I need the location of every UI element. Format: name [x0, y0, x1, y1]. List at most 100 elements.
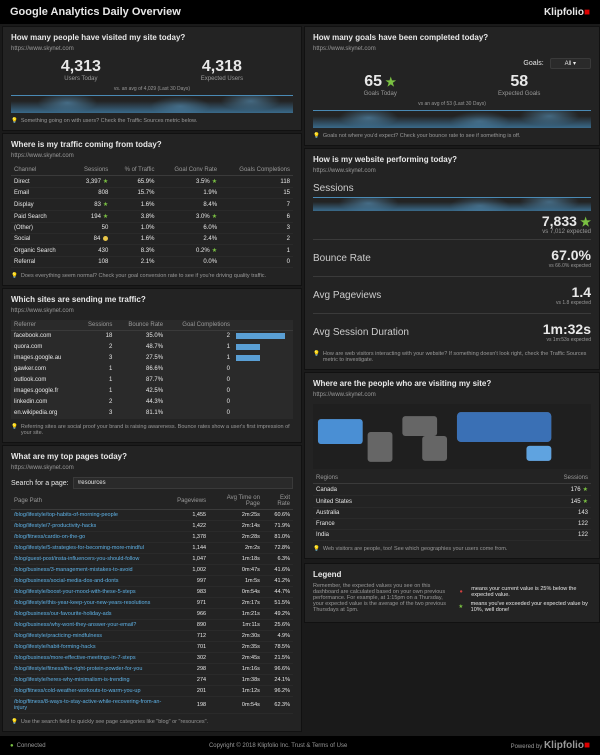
table-row[interactable]: Canada 176★ — [313, 484, 591, 496]
pageviews-cell: 983 — [174, 587, 209, 598]
page-link[interactable]: /blog/lifestyle/heres-why-minimalism-is-… — [14, 677, 130, 683]
table-row[interactable]: /blog/lifestyle/heres-why-minimalism-is-… — [11, 675, 293, 686]
page-link[interactable]: /blog/business/why-wont-they-answer-your… — [14, 622, 136, 628]
table-row[interactable]: gawker.com 1 86.6% 0 — [11, 364, 293, 375]
channel-cell: Social — [11, 234, 72, 245]
table-row[interactable]: /blog/business/more-effective-meetings-i… — [11, 653, 293, 664]
table-row[interactable]: /blog/lifestyle/7-productivity-hacks 1,4… — [11, 521, 293, 532]
goals-heading: How many goals have been completed today… — [313, 33, 591, 42]
traffic-table: ChannelSessions% of TrafficGoal Conv Rat… — [11, 165, 293, 268]
page-link[interactable]: /blog/business/more-effective-meetings-i… — [14, 655, 136, 661]
bar-cell — [233, 397, 293, 408]
table-row[interactable]: images.google.fr 1 42.5% 0 — [11, 386, 293, 397]
page-link[interactable]: /blog/business/social-media-dos-and-dont… — [14, 578, 119, 584]
table-row[interactable]: /blog/business/3-management-mistakes-to-… — [11, 565, 293, 576]
table-row[interactable]: Email 808 15.7% 1.9% 15 — [11, 188, 293, 199]
page-path-cell: /blog/lifestyle/top-habits-of-morning-pe… — [11, 510, 174, 521]
table-row[interactable]: Organic Search 430 8.3% 0.2%★ 1 — [11, 245, 293, 257]
referrers-heading: Which sites are sending me traffic? — [11, 295, 293, 304]
table-row[interactable]: en.wikipedia.org 3 81.1% 0 — [11, 408, 293, 419]
page-link[interactable]: /blog/business/3-management-mistakes-to-… — [14, 567, 133, 573]
page-link[interactable]: /blog/lifestyle/practicing-mindfulness — [14, 633, 102, 639]
table-row[interactable]: Display 83★ 1.6% 8.4% 7 — [11, 199, 293, 211]
table-row[interactable]: /blog/lifestyle/practicing-mindfulness 7… — [11, 631, 293, 642]
table-row[interactable]: Social 84 1.6% 2.4% 2 — [11, 234, 293, 245]
pageviews-cell: 1,422 — [174, 521, 209, 532]
page-link[interactable]: /blog/lifestyle/habit-forming-hacks — [14, 644, 96, 650]
col-header: Goal Completions — [166, 320, 233, 331]
dur-label: Avg Session Duration — [313, 327, 409, 338]
sessions-label: Sessions — [313, 183, 354, 194]
referrer-cell: linkedin.com — [11, 397, 78, 408]
traffic-heading: Where is my traffic coming from today? — [11, 140, 293, 149]
table-row[interactable]: images.google.au 3 27.5% 1 — [11, 353, 293, 364]
goals-select[interactable]: All ▾ — [550, 58, 591, 69]
region-cell: India — [313, 530, 474, 541]
search-input[interactable] — [73, 477, 293, 489]
channel-cell: Referral — [11, 257, 72, 268]
bounce-cell: 35.0% — [115, 331, 166, 342]
table-row[interactable]: France 122 — [313, 519, 591, 530]
table-row[interactable]: /blog/lifestyle/5-strategies-for-becomin… — [11, 543, 293, 554]
page-link[interactable]: /blog/business/our-favourite-holiday-ads — [14, 611, 112, 617]
page-link[interactable]: /blog/lifestyle/7-productivity-hacks — [14, 523, 96, 529]
table-row[interactable]: /blog/fitness/cold-weather-workouts-to-w… — [11, 686, 293, 697]
table-row[interactable]: /blog/lifestyle/fitness/the-right-protei… — [11, 664, 293, 675]
goals-cell: 1 — [220, 245, 293, 257]
page-link[interactable]: /blog/guest-post/insta-influencers-you-s… — [14, 556, 139, 562]
page-link[interactable]: /blog/fitness/8-ways-to-stay-active-whil… — [14, 699, 161, 711]
table-row[interactable]: facebook.com 18 35.0% 2 — [11, 331, 293, 342]
page-link[interactable]: /blog/lifestyle/top-habits-of-morning-pe… — [14, 512, 118, 518]
sessions-cell: 194★ — [72, 211, 111, 223]
col-header: Goal Conv Rate — [157, 165, 220, 176]
table-row[interactable]: United States 145★ — [313, 496, 591, 508]
goals-cell: 0 — [166, 364, 233, 375]
star-icon: ★ — [103, 202, 108, 208]
pv-label: Avg Pageviews — [313, 290, 381, 301]
page-link[interactable]: /blog/lifestyle/fitness/the-right-protei… — [14, 666, 142, 672]
table-row[interactable]: (Other) 50 1.0% 6.0% 3 — [11, 223, 293, 234]
table-row[interactable]: /blog/lifestyle/this-year-keep-your-new-… — [11, 598, 293, 609]
table-row[interactable]: quora.com 2 48.7% 1 — [11, 342, 293, 353]
table-row[interactable]: /blog/lifestyle/boost-your-mood-with-the… — [11, 587, 293, 598]
channel-cell: Organic Search — [11, 245, 72, 257]
page-path-cell: /blog/lifestyle/7-productivity-hacks — [11, 521, 174, 532]
world-map[interactable] — [313, 404, 591, 469]
table-row[interactable]: /blog/fitness/cardio-on-the-go 1,378 2m:… — [11, 532, 293, 543]
goals-cell: 0 — [166, 397, 233, 408]
page-link[interactable]: /blog/lifestyle/this-year-keep-your-new-… — [14, 600, 150, 606]
table-row[interactable]: India 122 — [313, 530, 591, 541]
users-today-label: Users Today — [61, 76, 101, 82]
pageviews-cell: 712 — [174, 631, 209, 642]
exit-cell: 24.1% — [263, 675, 293, 686]
page-link[interactable]: /blog/lifestyle/boost-your-mood-with-the… — [14, 589, 136, 595]
table-row[interactable]: /blog/guest-post/insta-influencers-you-s… — [11, 554, 293, 565]
page-link[interactable]: /blog/lifestyle/5-strategies-for-becomin… — [14, 545, 144, 551]
conv-cell: 3.0%★ — [157, 211, 220, 223]
table-row[interactable]: linkedin.com 2 44.3% 0 — [11, 397, 293, 408]
table-row[interactable]: /blog/business/why-wont-they-answer-your… — [11, 620, 293, 631]
table-row[interactable]: /blog/fitness/8-ways-to-stay-active-whil… — [11, 697, 293, 714]
exit-cell: 96.6% — [263, 664, 293, 675]
goals-avg-note: vs an avg of 53 (Last 30 Days) — [313, 101, 591, 107]
powered-label: Powered by — [511, 744, 543, 750]
legend-heading: Legend — [313, 570, 591, 579]
table-row[interactable]: Direct 3,397★ 65.9% 3.5%★ 118 — [11, 176, 293, 188]
table-row[interactable]: Australia 143 — [313, 508, 591, 519]
expected-users-value: 4,318 — [201, 58, 243, 76]
table-row[interactable]: /blog/lifestyle/top-habits-of-morning-pe… — [11, 510, 293, 521]
page-link[interactable]: /blog/fitness/cardio-on-the-go — [14, 534, 85, 540]
page-link[interactable]: /blog/fitness/cold-weather-workouts-to-w… — [14, 688, 141, 694]
table-row[interactable]: Paid Search 194★ 3.8% 3.0%★ 6 — [11, 211, 293, 223]
lightbulb-icon: 💡 — [11, 719, 18, 725]
site-url: https://www.skynet.com — [313, 46, 591, 52]
table-row[interactable]: /blog/business/our-favourite-holiday-ads… — [11, 609, 293, 620]
table-row[interactable]: outlook.com 1 87.7% 0 — [11, 375, 293, 386]
table-row[interactable]: /blog/business/social-media-dos-and-dont… — [11, 576, 293, 587]
bar-cell — [233, 342, 293, 353]
red-dot-icon: ● — [457, 589, 465, 595]
table-row[interactable]: Referral 108 2.1% 0.0% 0 — [11, 257, 293, 268]
conv-cell: 0.0% — [157, 257, 220, 268]
table-row[interactable]: /blog/lifestyle/habit-forming-hacks 701 … — [11, 642, 293, 653]
goals-cell: 2 — [166, 331, 233, 342]
